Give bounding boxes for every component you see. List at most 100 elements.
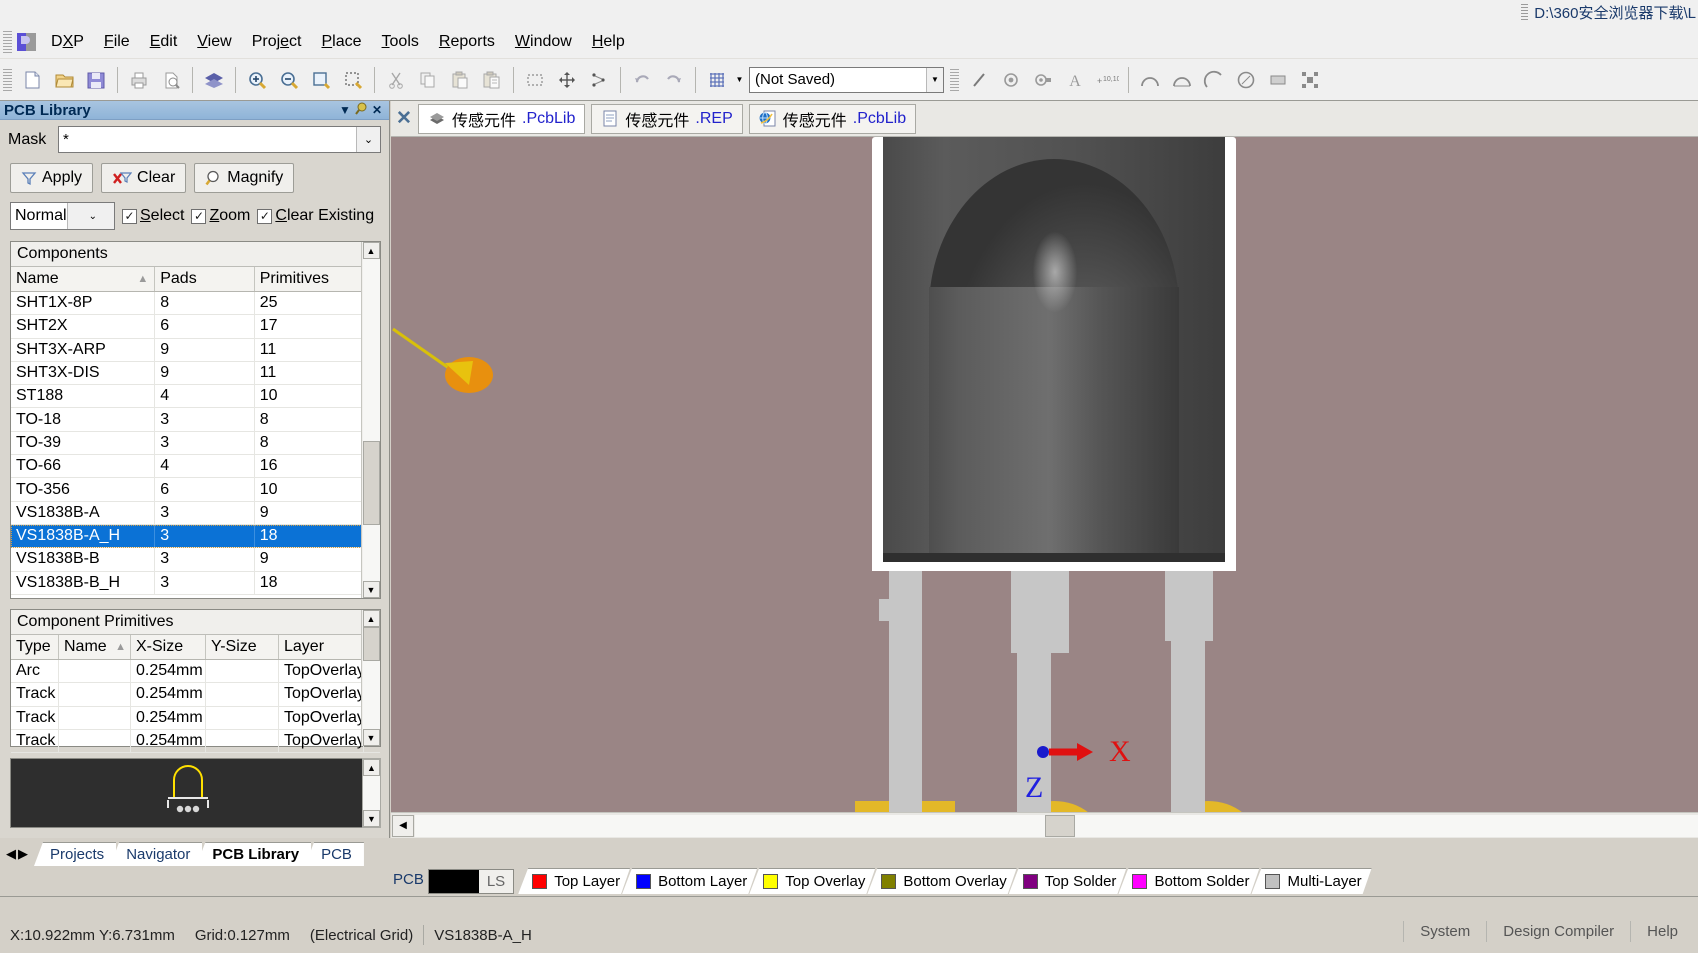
panel-tab-pcb[interactable]: PCB <box>305 842 364 866</box>
board-layers-icon[interactable] <box>199 65 229 95</box>
panel-pin-icon[interactable] <box>353 102 369 118</box>
menu-dxp[interactable]: DXP <box>41 30 94 54</box>
layer-tab-top-layer[interactable]: Top Layer <box>518 868 630 894</box>
column-header-name[interactable]: Name ▲ <box>11 267 156 291</box>
component-preview[interactable] <box>10 758 365 828</box>
cut-icon[interactable] <box>381 65 411 95</box>
place-fill-icon[interactable] <box>1263 65 1293 95</box>
scroll-up-button[interactable]: ▲ <box>362 610 380 627</box>
place-line-icon[interactable] <box>964 65 994 95</box>
scroll-thumb[interactable] <box>362 441 380 525</box>
place-pad-icon[interactable] <box>1028 65 1058 95</box>
dxp-logo-icon[interactable] <box>16 32 38 52</box>
document-tab-report[interactable]: 传感元件 .REP <box>591 103 743 134</box>
scroll-track[interactable] <box>363 776 380 810</box>
components-scrollbar[interactable]: ▲ ▼ <box>361 242 380 598</box>
clear-button[interactable]: Clear <box>101 163 187 193</box>
panel-tab-navigator[interactable]: Navigator <box>110 842 203 866</box>
close-icon[interactable]: ✕ <box>394 106 414 132</box>
preview-scrollbar[interactable]: ▲ ▼ <box>362 758 381 828</box>
table-row[interactable]: SHT3X-DIS 9 11 <box>11 361 380 386</box>
open-folder-icon[interactable] <box>49 65 79 95</box>
scroll-up-button[interactable]: ▲ <box>362 242 380 259</box>
print-preview-icon[interactable] <box>156 65 186 95</box>
zoom-area-icon[interactable] <box>338 65 368 95</box>
select-area-icon[interactable] <box>520 65 550 95</box>
scroll-down-button[interactable]: ▼ <box>363 810 380 827</box>
table-row[interactable]: TO-66 4 16 <box>11 455 380 479</box>
move-icon[interactable] <box>552 65 582 95</box>
system-button[interactable]: System <box>1403 921 1486 942</box>
panel-tab-projects[interactable]: Projects <box>34 842 117 866</box>
column-header-type[interactable]: Type <box>11 635 59 659</box>
mask-dropdown-icon[interactable]: ⌄ <box>356 127 380 152</box>
table-row[interactable]: Track 0.254mm TopOverlay <box>11 683 380 707</box>
table-row[interactable]: VS1838B-B_H 3 18 <box>11 571 380 595</box>
scroll-down-button[interactable]: ▼ <box>362 581 380 598</box>
paste-special-icon[interactable] <box>477 65 507 95</box>
scroll-track[interactable] <box>415 814 1698 837</box>
arc-any-angle-icon[interactable] <box>1199 65 1229 95</box>
mask-input-wrapper[interactable]: ⌄ <box>58 126 381 153</box>
place-string-icon[interactable]: A <box>1060 65 1090 95</box>
layer-tab-bottom-solder[interactable]: Bottom Solder <box>1118 868 1259 894</box>
layer-tab-top-overlay[interactable]: Top Overlay <box>749 868 875 894</box>
menu-edit[interactable]: Edit <box>140 30 188 54</box>
toolbar2-drag-grip-icon[interactable] <box>950 68 959 91</box>
help-button[interactable]: Help <box>1630 921 1694 942</box>
document-tab-pcblib-2[interactable]: 传感元件 .PcbLib <box>748 103 917 134</box>
table-row[interactable]: TO-356 6 10 <box>11 478 380 502</box>
table-row[interactable]: Track 0.254mm TopOverlay <box>11 706 380 730</box>
column-header-ysize[interactable]: Y-Size <box>206 635 279 659</box>
column-header-xsize[interactable]: X-Size <box>131 635 206 659</box>
table-row[interactable]: SHT1X-8P 8 25 <box>11 292 380 316</box>
checkbox-box[interactable]: ✓ <box>257 208 273 224</box>
scroll-thumb[interactable] <box>362 627 380 661</box>
table-row[interactable]: TO-39 3 8 <box>11 431 380 456</box>
undo-icon[interactable] <box>627 65 657 95</box>
scroll-thumb[interactable] <box>1045 814 1075 837</box>
chevron-down-icon[interactable]: ⌄ <box>66 203 114 229</box>
clear-existing-checkbox[interactable]: ✓ Clear Existing <box>257 207 374 225</box>
table-row[interactable]: VS1838B-A 3 9 <box>11 501 380 525</box>
column-header-layer[interactable]: Layer <box>279 635 364 659</box>
menu-file[interactable]: File <box>94 30 140 54</box>
table-row[interactable]: SHT3X-ARP 9 11 <box>11 338 380 362</box>
canvas-horizontal-scrollbar[interactable]: ◀ <box>391 812 1698 838</box>
menu-help[interactable]: Help <box>582 30 635 54</box>
zoom-document-icon[interactable] <box>306 65 336 95</box>
components-table-body[interactable]: SHT1X-8P 8 25 SHT2X 6 17 SHT3X-ARP 9 11 SHT3X-DIS… <box>11 292 380 595</box>
menubar-drag-grip-icon[interactable] <box>3 30 12 53</box>
table-row[interactable]: ST188 4 10 <box>11 385 380 409</box>
new-document-icon[interactable] <box>17 65 47 95</box>
scroll-down-button[interactable]: ▼ <box>362 729 380 746</box>
table-row[interactable]: VS1838B-B 3 9 <box>11 548 380 572</box>
checkbox-box[interactable]: ✓ <box>191 208 207 224</box>
tab-next-arrow-icon[interactable]: ▶ <box>18 846 28 862</box>
scroll-up-button[interactable]: ▲ <box>363 759 380 776</box>
table-row[interactable]: SHT2X 6 17 <box>11 315 380 339</box>
grid-icon[interactable] <box>702 65 732 95</box>
menu-project[interactable]: Project <box>242 30 312 54</box>
table-row[interactable]: Track 0.254mm TopOverlay <box>11 729 380 754</box>
zoom-in-icon[interactable] <box>242 65 272 95</box>
menu-tools[interactable]: Tools <box>372 30 429 54</box>
column-header-name[interactable]: Name ▲ <box>59 635 131 659</box>
menu-window[interactable]: Window <box>505 30 582 54</box>
menu-reports[interactable]: Reports <box>429 30 505 54</box>
document-selector[interactable]: (Not Saved) ▼ <box>749 66 944 93</box>
checkbox-box[interactable]: ✓ <box>122 208 137 224</box>
table-row[interactable]: TO-18 3 8 <box>11 408 380 432</box>
toolbar-drag-grip-icon[interactable] <box>3 68 12 91</box>
place-coordinate-icon[interactable]: +10,10 <box>1092 65 1122 95</box>
tab-prev-arrow-icon[interactable]: ◀ <box>6 846 16 862</box>
layer-tab-multi-layer[interactable]: Multi-Layer <box>1251 868 1371 894</box>
copy-icon[interactable] <box>413 65 443 95</box>
redo-icon[interactable] <box>659 65 689 95</box>
grid-dropdown-arrow-icon[interactable]: ▼ <box>733 67 746 93</box>
scroll-track[interactable] <box>362 259 380 581</box>
primitives-table-body[interactable]: Arc 0.254mm TopOverlay Track 0.254mm TopOverl… <box>11 660 380 754</box>
layer-tab-bottom-overlay[interactable]: Bottom Overlay <box>867 868 1016 894</box>
mask-input[interactable] <box>59 127 356 152</box>
arc-center-icon[interactable] <box>1135 65 1165 95</box>
